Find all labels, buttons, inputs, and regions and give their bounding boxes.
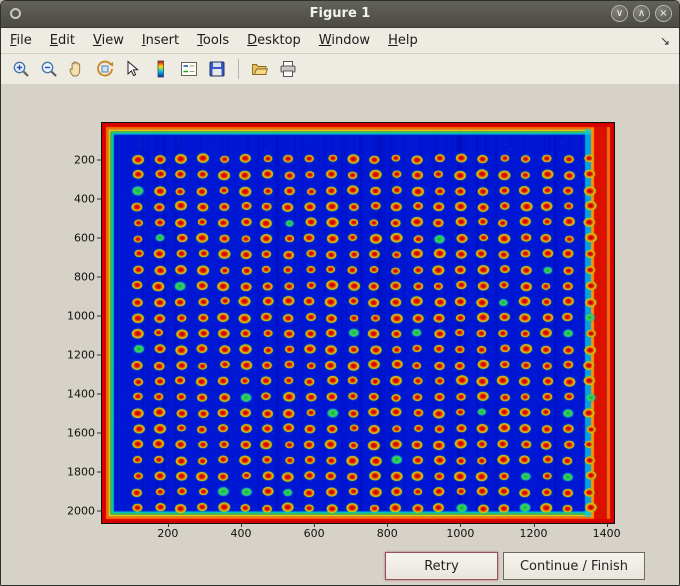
data-cursor-icon[interactable] <box>119 56 146 83</box>
y-tick-label: 200 <box>74 153 95 167</box>
y-tick-label: 1800 <box>67 465 95 479</box>
menu-view[interactable]: View <box>84 28 133 53</box>
menu-file[interactable]: File <box>1 28 41 53</box>
zoom-out-icon[interactable] <box>35 56 62 83</box>
print-icon[interactable] <box>274 56 301 83</box>
y-tick-label: 600 <box>74 231 95 245</box>
pan-hand-icon[interactable] <box>63 56 90 83</box>
y-tick-mark <box>97 354 101 356</box>
figure-area: 200 400 600 800 1000 1200 1400 200 400 600 800 1000… <box>1 84 679 585</box>
y-tick-label: 1200 <box>67 348 95 362</box>
y-tick-label: 400 <box>74 192 95 206</box>
x-tick-label: 1200 <box>519 527 548 540</box>
figure-window: Figure 1 ∨ ∧ × File Edit View Insert Tools De… <box>0 0 680 586</box>
rotate-3d-icon[interactable] <box>91 56 118 83</box>
menu-desktop[interactable]: Desktop <box>238 28 310 53</box>
insert-legend-icon[interactable] <box>175 56 202 83</box>
y-tick-label: 800 <box>74 270 95 284</box>
x-tick-label: 400 <box>230 527 252 540</box>
menu-help[interactable]: Help <box>379 28 427 53</box>
minimize-button[interactable]: ∨ <box>611 5 628 22</box>
menu-insert[interactable]: Insert <box>133 28 188 53</box>
x-tick-label: 800 <box>376 527 398 540</box>
toolbar-separator <box>238 59 239 79</box>
toolbar <box>1 54 679 85</box>
insert-colorbar-icon[interactable] <box>147 56 174 83</box>
titlebar: Figure 1 ∨ ∧ × <box>1 1 679 28</box>
maximize-button[interactable]: ∧ <box>633 5 650 22</box>
y-tick-label: 1600 <box>67 426 95 440</box>
y-tick-label: 1000 <box>67 309 95 323</box>
heatmap-canvas[interactable] <box>102 123 614 523</box>
x-tick-label: 600 <box>303 527 325 540</box>
window-title: Figure 1 <box>309 6 371 21</box>
save-icon[interactable] <box>203 56 230 83</box>
open-folder-icon[interactable] <box>246 56 273 83</box>
y-tick-mark <box>97 276 101 278</box>
menu-window[interactable]: Window <box>310 28 379 53</box>
y-tick-mark <box>97 159 101 161</box>
y-tick-mark <box>97 432 101 434</box>
y-tick-mark <box>97 510 101 512</box>
continue-finish-button[interactable]: Continue / Finish <box>503 552 645 580</box>
y-tick-mark <box>97 237 101 239</box>
retry-button[interactable]: Retry <box>385 552 498 580</box>
x-tick-label: 200 <box>157 527 179 540</box>
axes: 200 400 600 800 1000 1200 1400 200 400 600 800 1000… <box>67 122 621 540</box>
y-tick-mark <box>97 315 101 317</box>
close-button[interactable]: × <box>655 5 672 22</box>
y-tick-label: 1400 <box>67 387 95 401</box>
y-tick-mark <box>97 198 101 200</box>
menu-tools[interactable]: Tools <box>188 28 238 53</box>
y-tick-mark <box>97 393 101 395</box>
y-tick-mark <box>97 471 101 473</box>
y-tick-label: 2000 <box>67 504 95 518</box>
menu-edit[interactable]: Edit <box>41 28 84 53</box>
x-tick-label: 1400 <box>592 527 621 540</box>
x-tick-label: 1000 <box>446 527 475 540</box>
menu-overflow-icon[interactable]: ↘ <box>651 34 679 48</box>
menu-bar: File Edit View Insert Tools Desktop Window Help… <box>1 28 679 54</box>
zoom-in-icon[interactable] <box>7 56 34 83</box>
